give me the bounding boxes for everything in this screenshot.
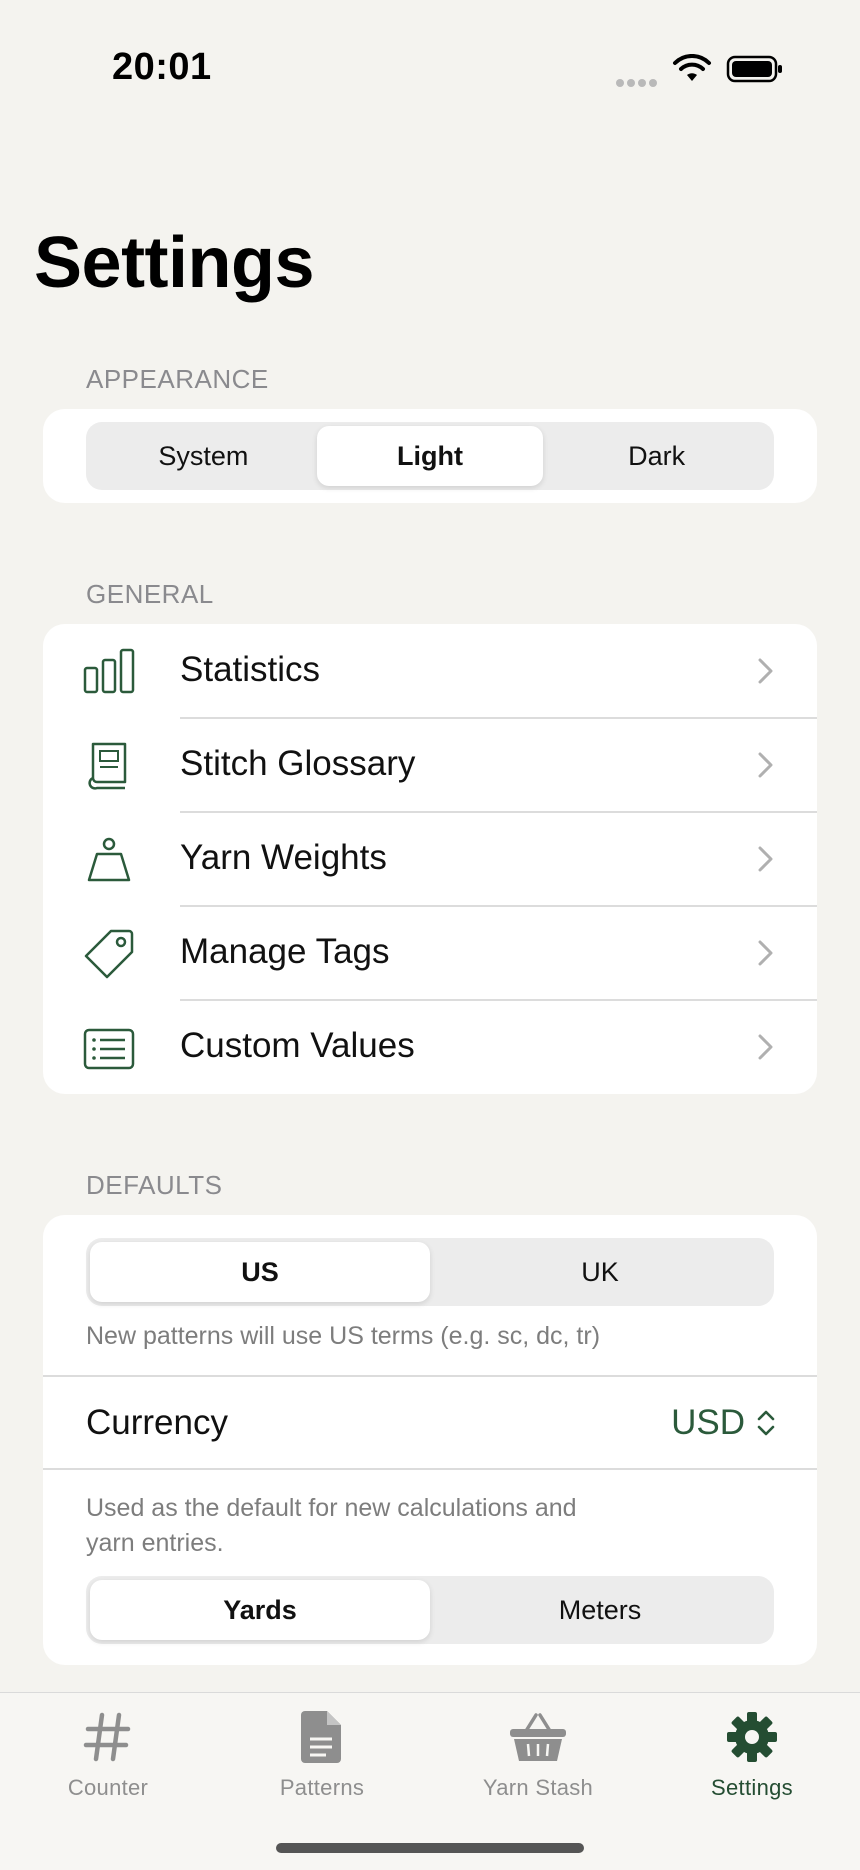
appearance-card: System Light Dark	[43, 409, 817, 503]
appearance-option-light[interactable]: Light	[316, 426, 544, 486]
home-indicator	[276, 1843, 584, 1853]
terms-option-us[interactable]: US	[90, 1242, 430, 1302]
chevron-up-down-icon	[757, 1410, 775, 1436]
defaults-card: US UK New patterns will use US terms (e.…	[43, 1215, 817, 1665]
chevron-right-icon	[758, 658, 773, 684]
book-icon	[88, 742, 127, 790]
general-item-custom-values[interactable]: Custom Values	[43, 1000, 817, 1094]
appearance-segmented-control: System Light Dark	[86, 422, 774, 490]
units-option-meters[interactable]: Meters	[430, 1580, 770, 1640]
appearance-option-dark[interactable]: Dark	[543, 426, 770, 486]
divider	[43, 1375, 817, 1377]
cellular-signal-icon	[616, 74, 660, 87]
currency-label: Currency	[86, 1403, 228, 1442]
chevron-right-icon	[758, 940, 773, 966]
general-item-label: Statistics	[180, 650, 321, 689]
weight-icon	[87, 837, 131, 882]
tab-label: Yarn Stash	[482, 1775, 594, 1800]
divider	[43, 1468, 817, 1470]
tab-counter[interactable]: Counter	[8, 1707, 208, 1801]
general-card: Statistics Stitch Glossary Yarn Weights …	[43, 624, 817, 1094]
tab-yarn-stash[interactable]: Yarn Stash	[438, 1707, 638, 1801]
battery-icon	[726, 55, 782, 83]
tag-icon	[84, 929, 134, 979]
currency-picker[interactable]: USD	[671, 1403, 777, 1443]
terms-hint: New patterns will use US terms (e.g. sc,…	[86, 1322, 601, 1350]
general-item-label: Yarn Weights	[180, 838, 387, 877]
gear-icon	[722, 1707, 782, 1767]
tab-patterns[interactable]: Patterns	[222, 1707, 422, 1801]
tab-label: Patterns	[279, 1775, 365, 1800]
appearance-option-system[interactable]: System	[90, 426, 317, 486]
document-icon	[292, 1707, 352, 1767]
terms-option-uk[interactable]: UK	[430, 1242, 770, 1302]
section-header-defaults: DEFAULTS	[86, 1170, 223, 1200]
general-item-manage-tags[interactable]: Manage Tags	[43, 906, 817, 1000]
section-header-appearance: APPEARANCE	[86, 364, 269, 394]
basket-icon	[508, 1707, 568, 1767]
units-option-yards[interactable]: Yards	[90, 1580, 430, 1640]
units-hint-line: yarn entries.	[86, 1529, 224, 1557]
hash-icon	[78, 1707, 138, 1767]
bar-chart-icon	[83, 648, 135, 694]
chevron-right-icon	[758, 846, 773, 872]
page-title: Settings	[34, 223, 315, 303]
section-header-general: GENERAL	[86, 579, 214, 609]
status-bar: 20:01	[0, 0, 860, 140]
units-hint: Used as the default for new calculations…	[86, 1491, 577, 1561]
tab-label: Settings	[711, 1775, 793, 1800]
chevron-right-icon	[758, 752, 773, 778]
tab-settings[interactable]: Settings	[652, 1707, 852, 1801]
general-item-statistics[interactable]: Statistics	[43, 624, 817, 718]
units-hint-line: Used as the default for new calculations…	[86, 1494, 577, 1522]
list-icon	[83, 1028, 135, 1070]
general-item-label: Stitch Glossary	[180, 744, 416, 783]
terms-segmented-control: US UK	[86, 1238, 774, 1306]
chevron-right-icon	[758, 1034, 773, 1060]
status-time: 20:01	[112, 46, 212, 88]
currency-value: USD	[671, 1403, 745, 1442]
general-item-stitch-glossary[interactable]: Stitch Glossary	[43, 718, 817, 812]
units-segmented-control: Yards Meters	[86, 1576, 774, 1644]
general-item-label: Custom Values	[180, 1026, 415, 1065]
tab-label: Counter	[67, 1775, 149, 1800]
wifi-icon	[673, 54, 711, 81]
general-item-yarn-weights[interactable]: Yarn Weights	[43, 812, 817, 906]
general-item-label: Manage Tags	[180, 932, 390, 971]
